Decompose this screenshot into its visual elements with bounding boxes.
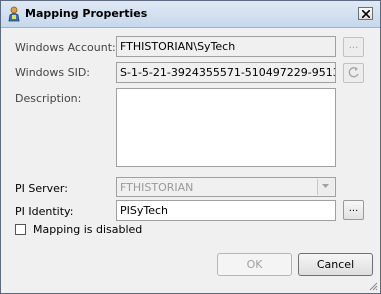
mapping-disabled-label[interactable]: Mapping is disabled (33, 223, 142, 236)
close-button[interactable] (358, 7, 373, 20)
mapping-disabled-checkbox[interactable] (15, 224, 26, 235)
pi-server-value: FTHISTORIAN (120, 181, 194, 194)
pi-identity-label: PI Identity: (15, 205, 74, 218)
mapping-properties-dialog: Mapping Properties Windows Account: FTHI… (0, 0, 381, 294)
dropdown-arrow[interactable] (317, 179, 334, 195)
refresh-icon (348, 67, 359, 78)
windows-sid-label: Windows SID: (15, 66, 91, 79)
browse-pi-identity-button[interactable]: ... (343, 200, 364, 220)
pi-identity-field[interactable]: PISyTech (116, 200, 336, 221)
cancel-button[interactable]: Cancel (298, 253, 373, 276)
browse-windows-account-button[interactable]: ... (343, 37, 364, 57)
description-label: Description: (15, 92, 82, 105)
pi-server-dropdown[interactable]: FTHISTORIAN (116, 177, 336, 197)
title-bar[interactable]: Mapping Properties (1, 1, 380, 28)
user-mapping-icon (8, 6, 20, 22)
window-title: Mapping Properties (25, 7, 148, 20)
windows-account-label: Windows Account: (15, 41, 116, 54)
refresh-sid-button[interactable] (343, 63, 364, 83)
chevron-down-icon (322, 184, 329, 188)
resize-grip-icon[interactable] (368, 281, 378, 291)
ok-button[interactable]: OK (217, 253, 292, 276)
windows-account-field[interactable]: FTHISTORIAN\SyTech (116, 36, 336, 57)
close-icon (362, 10, 370, 18)
description-textarea[interactable] (116, 88, 336, 167)
pi-server-label: PI Server: (15, 182, 68, 195)
windows-sid-field[interactable]: S-1-5-21-3924355571-510497229-951356670-… (116, 62, 336, 83)
